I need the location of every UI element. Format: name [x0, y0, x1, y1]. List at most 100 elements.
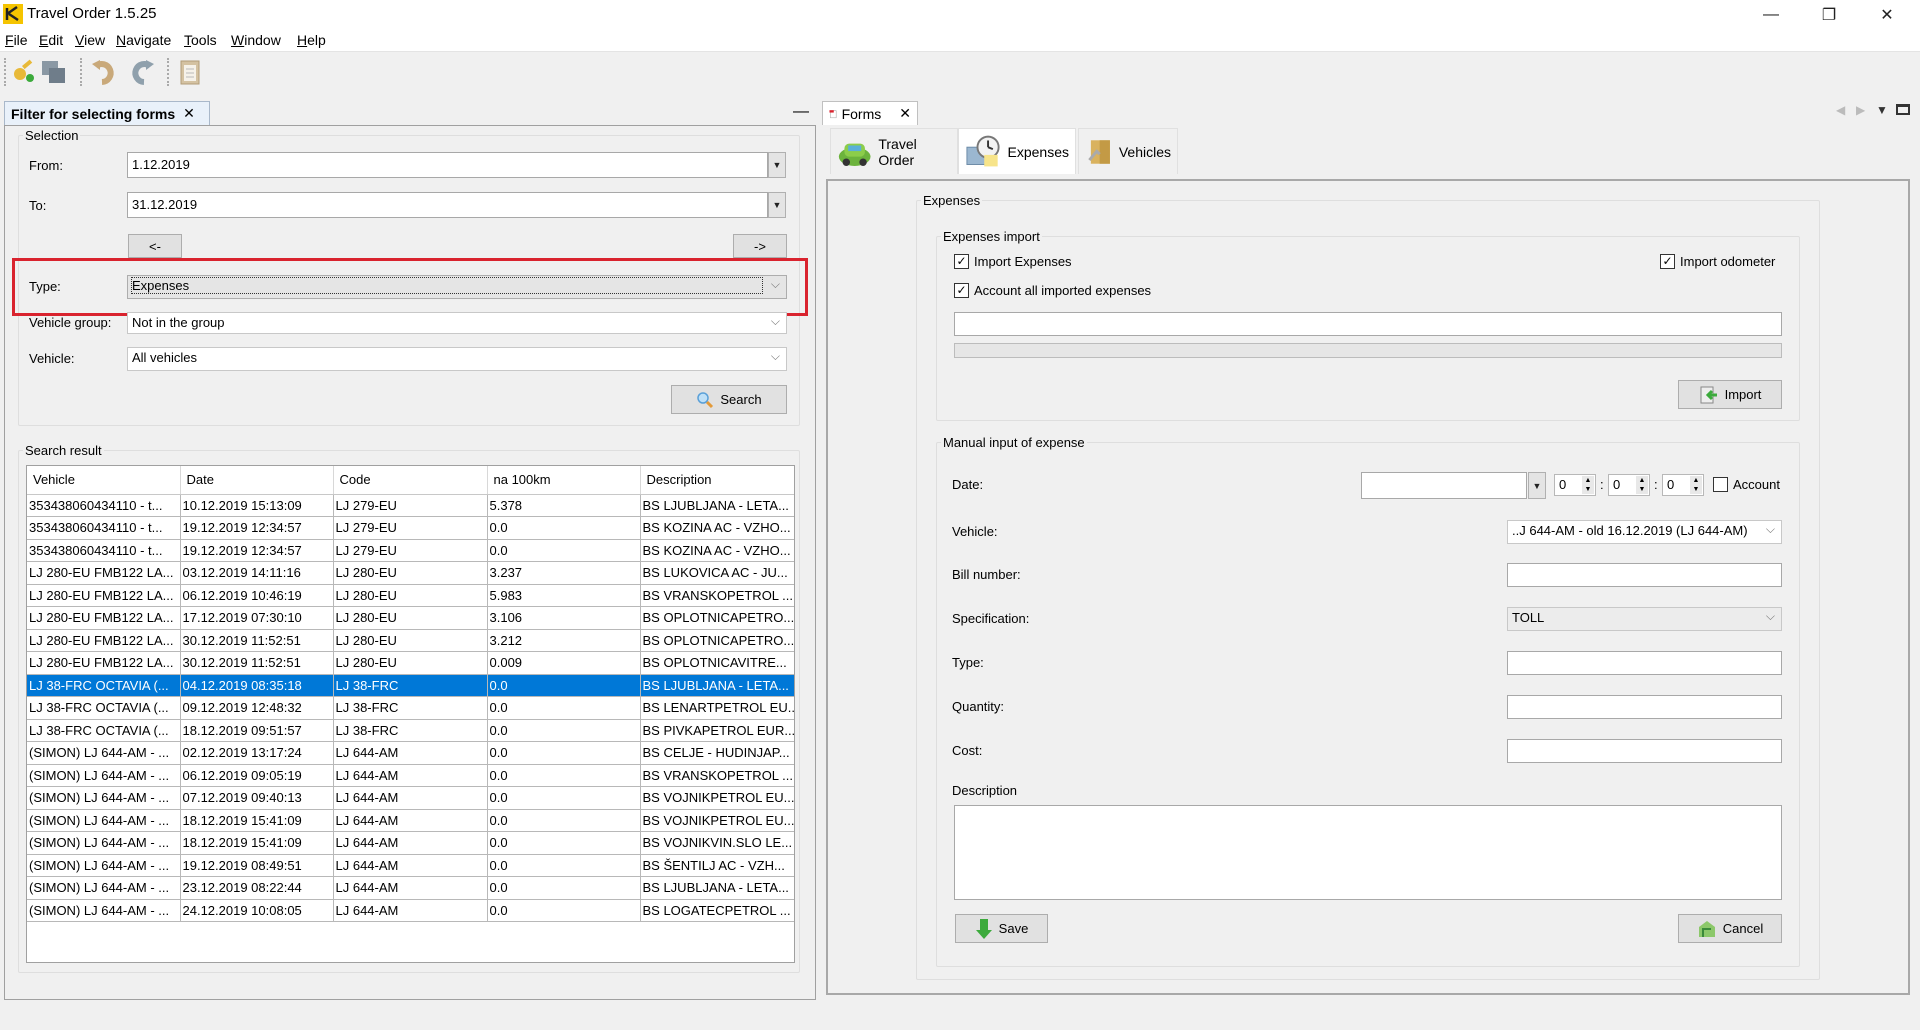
column-header[interactable]: Vehicle — [27, 466, 181, 495]
type-select[interactable]: Expenses ⌵ — [127, 275, 787, 299]
table-row[interactable]: LJ 38-FRC OCTAVIA (... 04.12.2019 08:35:1… — [27, 674, 794, 697]
to-date-dropdown[interactable]: ▼ — [768, 192, 786, 218]
selection-legend: Selection — [25, 128, 79, 143]
menu-tools[interactable]: Tools — [184, 32, 217, 48]
table-cell: 07.12.2019 09:40:13 — [180, 786, 334, 810]
vehicle-group-select[interactable]: Not in the group ⌵ — [127, 312, 787, 334]
quantity-input[interactable] — [1507, 695, 1782, 719]
search-button[interactable]: Search — [671, 385, 787, 414]
save-button[interactable]: Save — [955, 914, 1048, 943]
second-spinner[interactable]: 0 ▲ ▼ — [1662, 474, 1704, 496]
menu-file[interactable]: File — [5, 32, 28, 48]
app-logo-icon — [3, 4, 23, 24]
previous-period-button[interactable]: <- — [128, 234, 182, 258]
tab-forms[interactable]: Forms ✕ — [822, 101, 918, 125]
table-row[interactable]: (SIMON) LJ 644-AM - ... 19.12.2019 08:49:… — [27, 854, 794, 877]
specification-select[interactable]: TOLL ⌵ — [1507, 607, 1782, 631]
tab-filter-for-selecting-forms[interactable]: Filter for selecting forms ✕ — [4, 101, 210, 125]
table-row[interactable]: (SIMON) LJ 644-AM - ... 24.12.2019 10:08:… — [27, 899, 794, 922]
menu-view-mnemonic: V — [75, 32, 85, 48]
to-date-input[interactable]: 31.12.2019 — [127, 192, 768, 218]
close-window-button[interactable]: ✕ — [1858, 0, 1916, 29]
table-row[interactable]: 353438060434110 - t... 10.12.2019 15:13:0… — [27, 494, 794, 517]
hour-spinner[interactable]: 0 ▲ ▼ — [1554, 474, 1596, 496]
table-row[interactable]: LJ 280-EU FMB122 LA... 30.12.2019 11:52:5… — [27, 629, 794, 652]
menu-help[interactable]: Help — [297, 32, 326, 48]
column-header[interactable]: Code — [333, 466, 488, 495]
cancel-button[interactable]: Cancel — [1678, 914, 1782, 943]
vehicle-select[interactable]: All vehicles ⌵ — [127, 347, 787, 371]
column-header[interactable]: Description — [640, 466, 794, 495]
table-row[interactable]: (SIMON) LJ 644-AM - ... 18.12.2019 15:41:… — [27, 809, 794, 832]
menu-navigate[interactable]: Navigate — [116, 32, 171, 48]
table-cell: 0.0 — [487, 539, 641, 562]
subtab-expenses-label: Expenses — [1007, 143, 1069, 160]
from-date-dropdown[interactable]: ▼ — [768, 152, 786, 178]
minute-spinner[interactable]: 0 ▲ ▼ — [1608, 474, 1650, 496]
table-row[interactable]: LJ 280-EU FMB122 LA... 03.12.2019 14:11:1… — [27, 561, 794, 585]
spinner-arrows-icon[interactable]: ▲ ▼ — [1636, 476, 1648, 494]
maximize-panel-icon[interactable] — [1896, 104, 1910, 115]
account-all-imported-checkbox[interactable]: ✓ — [954, 283, 969, 298]
import-odometer-checkbox[interactable]: ✓ — [1660, 254, 1675, 269]
date-input[interactable] — [1361, 472, 1527, 499]
key-add-icon[interactable] — [10, 58, 38, 86]
table-row[interactable]: (SIMON) LJ 644-AM - ... 06.12.2019 09:05:… — [27, 764, 794, 787]
import-expenses-checkbox[interactable]: ✓ — [954, 254, 969, 269]
minimize-window-button[interactable]: — — [1742, 0, 1800, 29]
subtab-expenses[interactable]: Expenses — [958, 128, 1076, 174]
menu-window[interactable]: Window — [231, 32, 281, 48]
menu-window-label: indow — [244, 32, 281, 48]
bill-number-label: Bill number: — [952, 567, 1021, 582]
column-header[interactable]: Date — [180, 466, 334, 495]
menu-view[interactable]: View — [75, 32, 105, 48]
import-file-input[interactable] — [954, 312, 1782, 336]
table-row[interactable]: LJ 38-FRC OCTAVIA (... 09.12.2019 12:48:3… — [27, 696, 794, 720]
table-cell: 0.0 — [487, 786, 641, 810]
import-button[interactable]: Import — [1678, 380, 1782, 409]
table-cell: LJ 279-EU — [333, 494, 488, 517]
spinner-arrows-icon[interactable]: ▲ ▼ — [1582, 476, 1594, 494]
date-dropdown[interactable]: ▼ — [1528, 472, 1546, 499]
manual-vehicle-select[interactable]: ..J 644-AM - old 16.12.2019 (LJ 644-AM) … — [1507, 520, 1782, 544]
description-textarea[interactable] — [954, 805, 1782, 900]
subtab-travel-order[interactable]: Travel Order — [830, 128, 958, 174]
triangle-down-icon: ▼ — [1532, 480, 1542, 491]
table-row[interactable]: 353438060434110 - t... 19.12.2019 12:34:5… — [27, 539, 794, 562]
tab-list-dropdown-icon[interactable]: ▼ — [1876, 103, 1888, 117]
table-cell: LJ 38-FRC OCTAVIA (... — [27, 719, 181, 742]
table-cell: BS LENARTPETROL EU... — [640, 696, 794, 720]
table-row[interactable]: LJ 280-EU FMB122 LA... 06.12.2019 10:46:1… — [27, 584, 794, 607]
close-tab-icon[interactable]: ✕ — [899, 105, 911, 122]
table-row[interactable]: LJ 280-EU FMB122 LA... 30.12.2019 11:52:5… — [27, 651, 794, 675]
from-label: From: — [29, 158, 63, 173]
table-row[interactable]: LJ 280-EU FMB122 LA... 17.12.2019 07:30:1… — [27, 606, 794, 630]
minimize-panel-button[interactable]: — — [793, 103, 809, 123]
from-date-input[interactable]: 1.12.2019 — [127, 152, 768, 178]
arrow-down-icon — [975, 918, 992, 939]
subtab-vehicles[interactable]: Vehicles — [1078, 128, 1178, 174]
account-checkbox[interactable] — [1713, 477, 1728, 492]
close-tab-icon[interactable]: ✕ — [183, 105, 195, 122]
spinner-arrows-icon[interactable]: ▲ ▼ — [1690, 476, 1702, 494]
manual-type-input[interactable] — [1507, 651, 1782, 675]
search-result-table[interactable]: Vehicle Date Code na 100km Description 35343… — [26, 465, 795, 963]
table-row[interactable]: (SIMON) LJ 644-AM - ... 02.12.2019 13:17:… — [27, 741, 794, 765]
table-row[interactable]: 353438060434110 - t... 19.12.2019 12:34:5… — [27, 516, 794, 540]
next-period-button[interactable]: -> — [733, 234, 787, 258]
table-row[interactable]: LJ 38-FRC OCTAVIA (... 18.12.2019 09:51:5… — [27, 719, 794, 742]
restore-window-button[interactable]: ❐ — [1800, 0, 1858, 29]
table-row[interactable]: (SIMON) LJ 644-AM - ... 07.12.2019 09:40:… — [27, 786, 794, 810]
column-header[interactable]: na 100km — [487, 466, 641, 495]
table-row[interactable]: (SIMON) LJ 644-AM - ... 18.12.2019 15:41:… — [27, 831, 794, 855]
scroll-left-icon[interactable]: ◀ — [1836, 103, 1845, 117]
manual-vehicle-value: ..J 644-AM - old 16.12.2019 (LJ 644-AM) — [1512, 523, 1748, 538]
scroll-right-icon[interactable]: ▶ — [1856, 103, 1865, 117]
menu-edit[interactable]: Edit — [39, 32, 63, 48]
table-row[interactable]: (SIMON) LJ 644-AM - ... 23.12.2019 08:22:… — [27, 876, 794, 900]
cost-input[interactable] — [1507, 739, 1782, 763]
table-cell: LJ 38-FRC OCTAVIA (... — [27, 696, 181, 720]
bill-number-input[interactable] — [1507, 563, 1782, 587]
table-cell: 02.12.2019 13:17:24 — [180, 741, 334, 765]
expenses-import-legend: Expenses import — [943, 229, 1040, 244]
